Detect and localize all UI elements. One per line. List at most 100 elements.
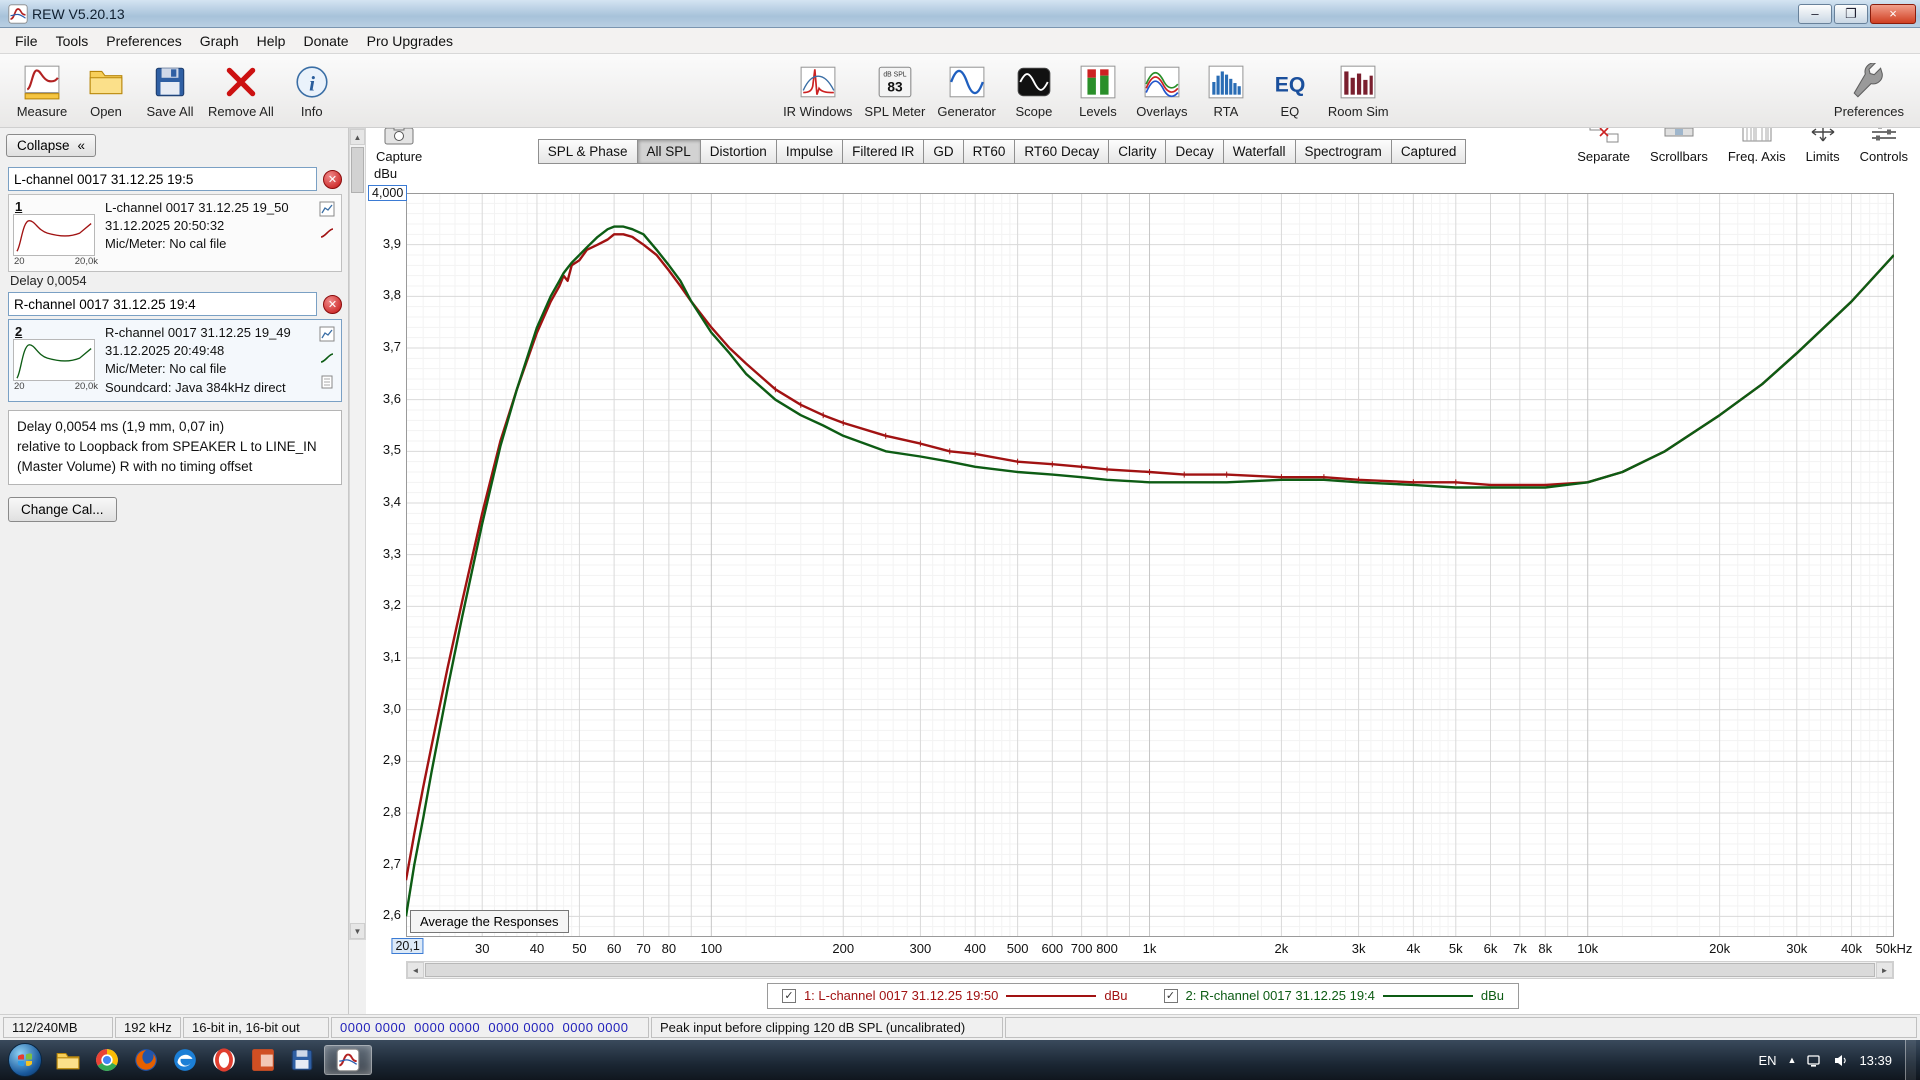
measurement-1-card[interactable]: 1 20 20,0k L-channel 0017 31.12.25 19_50… <box>8 194 342 272</box>
taskbar-opera-icon[interactable] <box>207 1045 241 1075</box>
y-axis-top-value[interactable]: 4,000 <box>368 185 407 201</box>
taskbar-powerpoint-icon[interactable] <box>246 1045 280 1075</box>
clock[interactable]: 13:39 <box>1859 1053 1892 1068</box>
taskbar-save-icon[interactable] <box>285 1045 319 1075</box>
average-responses-button[interactable]: Average the Responses <box>410 910 569 933</box>
scroll-left-arrow[interactable]: ◄ <box>407 962 424 978</box>
measurement-1-delete-button[interactable]: ✕ <box>323 170 342 189</box>
tray-expand-arrow[interactable]: ▲ <box>1788 1055 1797 1065</box>
controls-button[interactable]: Controls <box>1860 128 1908 164</box>
toolbar-room-sim-button[interactable]: Room Sim <box>1322 58 1395 124</box>
x-tick-label: 10k <box>1577 941 1598 956</box>
tab-captured[interactable]: Captured <box>1392 139 1467 164</box>
legend-checkbox-2[interactable]: ✓ <box>1164 989 1178 1003</box>
x-tick-label: 40 <box>530 941 544 956</box>
menu-help[interactable]: Help <box>248 30 295 52</box>
y-tick-label: 3,6 <box>383 391 401 406</box>
menu-file[interactable]: File <box>6 30 47 52</box>
freq-axis-button[interactable]: Freq. Axis <box>1728 128 1786 164</box>
toolbar-label: Scope <box>1015 104 1052 119</box>
menu-donate[interactable]: Donate <box>294 30 357 52</box>
vertical-scroll-thumb[interactable] <box>351 147 364 193</box>
toolbar-info-button[interactable]: iInfo <box>280 58 344 124</box>
toolbar-save-all-button[interactable]: Save All <box>138 58 202 124</box>
status-filler <box>1005 1017 1917 1038</box>
separate-button[interactable]: Separate <box>1577 128 1630 164</box>
taskbar-chrome-icon[interactable] <box>90 1045 124 1075</box>
toolbar-overlays-button[interactable]: Overlays <box>1130 58 1194 124</box>
tab-filtered-ir[interactable]: Filtered IR <box>843 139 924 164</box>
menu-tools[interactable]: Tools <box>47 30 98 52</box>
measurement-2-delete-button[interactable]: ✕ <box>323 295 342 314</box>
scroll-right-arrow[interactable]: ► <box>1876 962 1893 978</box>
limits-button[interactable]: Limits <box>1806 128 1840 164</box>
menu-pro-upgrades[interactable]: Pro Upgrades <box>358 30 462 52</box>
notes-icon[interactable] <box>319 374 335 393</box>
mini-chart-icon[interactable] <box>319 326 335 345</box>
menu-graph[interactable]: Graph <box>191 30 248 52</box>
trace-color-icon[interactable] <box>319 350 335 369</box>
collapse-button[interactable]: Collapse « <box>6 134 96 157</box>
toolbar-preferences-button[interactable]: Preferences <box>1828 58 1910 124</box>
toolbar-rta-button[interactable]: RTA <box>1194 58 1258 124</box>
measurement-1-name-input[interactable] <box>8 167 317 191</box>
graph-vertical-scrollbar[interactable]: ▲ ▼ <box>349 128 366 940</box>
taskbar-rew-window-button[interactable] <box>324 1045 372 1075</box>
toolbar-scope-button[interactable]: Scope <box>1002 58 1066 124</box>
x-axis-start-value[interactable]: 20,1 <box>391 938 423 954</box>
measurement-2-card[interactable]: 2 20 20,0k R-channel 0017 31.12.25 19_49… <box>8 319 342 402</box>
speaker-icon[interactable] <box>1833 1053 1848 1068</box>
scrollbars-icon <box>1663 128 1695 147</box>
measurement-1-thumb-axis: 20 20,0k <box>13 256 99 267</box>
tab-all-spl[interactable]: All SPL <box>638 139 701 164</box>
tab-spectrogram[interactable]: Spectrogram <box>1296 139 1392 164</box>
toolbar-label: SPL Meter <box>864 104 925 119</box>
show-desktop-button[interactable] <box>1905 1040 1916 1080</box>
toolbar-remove-all-button[interactable]: Remove All <box>202 58 280 124</box>
minimize-button[interactable]: – <box>1798 4 1832 24</box>
legend-entry-1: ✓1: L-channel 0017 31.12.25 19:50dBu <box>782 988 1128 1003</box>
tab-decay[interactable]: Decay <box>1166 139 1223 164</box>
toolbar-spl-meter-button[interactable]: dB SPL83SPL Meter <box>858 58 931 124</box>
taskbar-edge-icon[interactable] <box>168 1045 202 1075</box>
toolbar-ir-windows-button[interactable]: IR Windows <box>777 58 858 124</box>
tab-clarity[interactable]: Clarity <box>1109 139 1166 164</box>
network-icon[interactable] <box>1807 1053 1822 1068</box>
maximize-button[interactable]: ❐ <box>1834 4 1868 24</box>
menu-preferences[interactable]: Preferences <box>97 30 190 52</box>
measurement-2-name-input[interactable] <box>8 292 317 316</box>
toolbar-measure-button[interactable]: Measure <box>10 58 74 124</box>
horizontal-scroll-thumb[interactable] <box>425 963 1875 977</box>
svg-text:83: 83 <box>887 79 903 94</box>
tab-waterfall[interactable]: Waterfall <box>1224 139 1296 164</box>
taskbar-firefox-icon[interactable] <box>129 1045 163 1075</box>
tab-rt60-decay[interactable]: RT60 Decay <box>1015 139 1109 164</box>
tab-impulse[interactable]: Impulse <box>777 139 843 164</box>
toolbar-generator-button[interactable]: Generator <box>931 58 1002 124</box>
delay-info-line-3: (Master Volume) R with no timing offset <box>17 457 333 477</box>
language-indicator[interactable]: EN <box>1758 1053 1776 1068</box>
tab-spl-phase[interactable]: SPL & Phase <box>538 139 638 164</box>
scroll-down-arrow[interactable]: ▼ <box>350 923 365 939</box>
x-tick-label: 50 <box>572 941 586 956</box>
start-button[interactable] <box>8 1043 42 1077</box>
scrollbars-button[interactable]: Scrollbars <box>1650 128 1708 164</box>
graph-horizontal-scrollbar[interactable]: ◄ ► <box>406 961 1894 979</box>
plot-area[interactable]: Average the Responses <box>406 193 1894 937</box>
tab-rt60[interactable]: RT60 <box>964 139 1016 164</box>
toolbar-open-button[interactable]: Open <box>74 58 138 124</box>
taskbar-folder-icon[interactable] <box>51 1045 85 1075</box>
svg-text:EQ: EQ <box>1275 73 1306 96</box>
trace-color-icon[interactable] <box>319 225 335 244</box>
legend-checkbox-1[interactable]: ✓ <box>782 989 796 1003</box>
scroll-up-arrow[interactable]: ▲ <box>350 129 365 145</box>
tab-distortion[interactable]: Distortion <box>701 139 777 164</box>
close-button[interactable]: × <box>1870 4 1916 24</box>
toolbar-levels-button[interactable]: Levels <box>1066 58 1130 124</box>
mini-chart-icon[interactable] <box>319 201 335 220</box>
capture-button[interactable]: Capture <box>376 128 422 164</box>
toolbar-eq-button[interactable]: EQEQ <box>1258 58 1322 124</box>
change-cal-button[interactable]: Change Cal... <box>8 497 117 522</box>
x-tick-label: 70 <box>636 941 650 956</box>
tab-gd[interactable]: GD <box>924 139 963 164</box>
